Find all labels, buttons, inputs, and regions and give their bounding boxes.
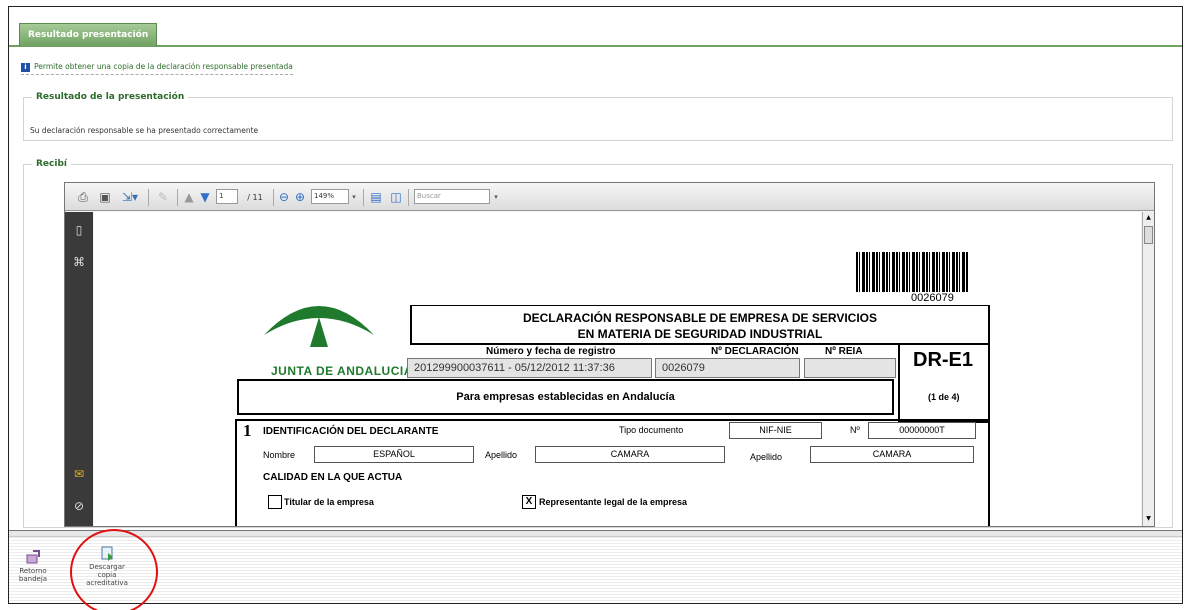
save-icon[interactable]: ▣ xyxy=(97,190,113,205)
zoom-select[interactable]: 149% xyxy=(311,189,349,204)
apellido1-field: CAMARA xyxy=(535,446,725,463)
section-title: IDENTIFICACIÓN DEL DECLARANTE xyxy=(263,426,439,437)
page-number-input[interactable]: 1 xyxy=(216,189,238,204)
registro-field: 201299900037611 - 05/12/2012 11:37:36 xyxy=(407,358,652,378)
scroll-thumb[interactable] xyxy=(1144,226,1153,244)
num-label: Nº xyxy=(850,425,860,435)
highlight-circle xyxy=(70,529,158,610)
establecidas-banner: Para empresas establecidas en Andalucía xyxy=(237,379,894,415)
pdf-viewer: ⎙ ▣ ⇲▾ ✎ ▲ ▼ 1 / 11 ⊖ ⊕ 149% ▾ ▤ ◫ Busca… xyxy=(64,182,1155,527)
scroll-down-icon[interactable]: ▼ xyxy=(1144,514,1153,524)
pdf-sidebar: ▯ ⌘ ✉ ⊘ xyxy=(65,212,93,526)
form-pages: (1 de 4) xyxy=(928,392,960,402)
reia-label: Nº REIA xyxy=(825,346,863,357)
tab-bar: Resultado presentación xyxy=(9,17,1182,47)
attachment-icon[interactable]: ⊘ xyxy=(71,498,87,514)
form-code: DR-E1 xyxy=(913,349,974,371)
bookmarks-icon[interactable]: ⌘ xyxy=(71,254,87,270)
titular-label: Titular de la empresa xyxy=(284,497,374,507)
pdf-toolbar: ⎙ ▣ ⇲▾ ✎ ▲ ▼ 1 / 11 ⊖ ⊕ 149% ▾ ▤ ◫ Busca… xyxy=(65,183,1154,211)
zoom-out-icon[interactable]: ⊖ xyxy=(277,190,291,205)
title-line-1: DECLARACIÓN RESPONSABLE DE EMPRESA DE SE… xyxy=(522,311,878,325)
comments-icon[interactable]: ✉ xyxy=(71,466,87,482)
zoom-in-icon[interactable]: ⊕ xyxy=(293,190,307,205)
page-up-icon[interactable]: ▲ xyxy=(182,190,196,205)
retorno-label: Retorno bandeja xyxy=(18,567,48,583)
resultado-legend: Resultado de la presentación xyxy=(32,92,189,102)
chevron-down-icon[interactable]: ▾ xyxy=(350,190,358,205)
logo-text: JUNTA DE ANDALUCIA xyxy=(271,364,413,378)
return-tray-icon xyxy=(26,550,40,564)
apellido2-label: Apellido xyxy=(750,452,783,462)
scroll-up-icon[interactable]: ▲ xyxy=(1144,213,1153,223)
num-field: 00000000T xyxy=(868,422,976,439)
recibi-legend: Recibí xyxy=(32,159,71,169)
tipo-doc-field: NIF-NIE xyxy=(729,422,822,439)
comment-icon[interactable]: ✎ xyxy=(155,190,171,205)
print-icon[interactable]: ⎙ xyxy=(75,190,91,205)
representante-label: Representante legal de la empresa xyxy=(539,497,688,507)
title-line-2: EN MATERIA DE SEGURIDAD INDUSTRIAL xyxy=(577,327,823,341)
info-note: i Permite obtener una copia de la declara… xyxy=(21,62,293,75)
export-icon[interactable]: ⇲▾ xyxy=(119,190,141,205)
info-text: Permite obtener una copia de la declarac… xyxy=(34,62,293,71)
info-icon: i xyxy=(21,63,30,72)
page-down-icon[interactable]: ▼ xyxy=(198,190,212,205)
registro-label: Número y fecha de registro xyxy=(486,346,616,357)
document-title: DECLARACIÓN RESPONSABLE DE EMPRESA DE SE… xyxy=(410,305,990,345)
search-dropdown-icon[interactable]: ▾ xyxy=(492,190,500,205)
nombre-field: ESPAÑOL xyxy=(314,446,474,463)
representante-checkbox: X xyxy=(522,495,536,509)
nombre-label: Nombre xyxy=(263,450,296,460)
search-input[interactable]: Buscar xyxy=(414,189,490,204)
tab-resultado-presentacion[interactable]: Resultado presentación xyxy=(19,23,158,47)
resultado-fieldset: Resultado de la presentación Su declarac… xyxy=(23,92,1173,141)
declaracion-field: 0026079 xyxy=(655,358,800,378)
calidad-title: CALIDAD EN LA QUE ACTUA xyxy=(263,472,403,483)
section-number: 1 xyxy=(243,421,252,440)
vertical-scrollbar[interactable]: ▲ ▼ xyxy=(1142,212,1154,526)
pages-icon[interactable]: ▯ xyxy=(71,222,87,238)
page-total: / 11 xyxy=(247,193,263,202)
bottom-toolbar: Retorno bandeja Descargar copia acredita… xyxy=(9,530,1182,603)
fit-page-icon[interactable]: ▤ xyxy=(368,190,384,205)
declaracion-label: Nº DECLARACIÓN xyxy=(711,346,799,357)
app-frame: Resultado presentación i Permite obtener … xyxy=(8,6,1183,604)
apellido2-field: CAMARA xyxy=(810,446,974,463)
retorno-bandeja-button[interactable]: Retorno bandeja xyxy=(13,549,53,583)
apellido1-label: Apellido xyxy=(485,450,518,460)
pdf-page: 0026079 JUNTA DE ANDALUCIA DECLARACIÓN R… xyxy=(94,212,1141,526)
tipo-doc-label: Tipo documento xyxy=(619,425,684,435)
barcode-number: 0026079 xyxy=(911,292,954,304)
reia-field xyxy=(804,358,896,378)
titular-checkbox xyxy=(268,495,282,509)
barcode xyxy=(856,252,968,292)
fit-width-icon[interactable]: ◫ xyxy=(388,190,404,205)
resultado-message: Su declaración responsable se ha present… xyxy=(30,126,259,135)
